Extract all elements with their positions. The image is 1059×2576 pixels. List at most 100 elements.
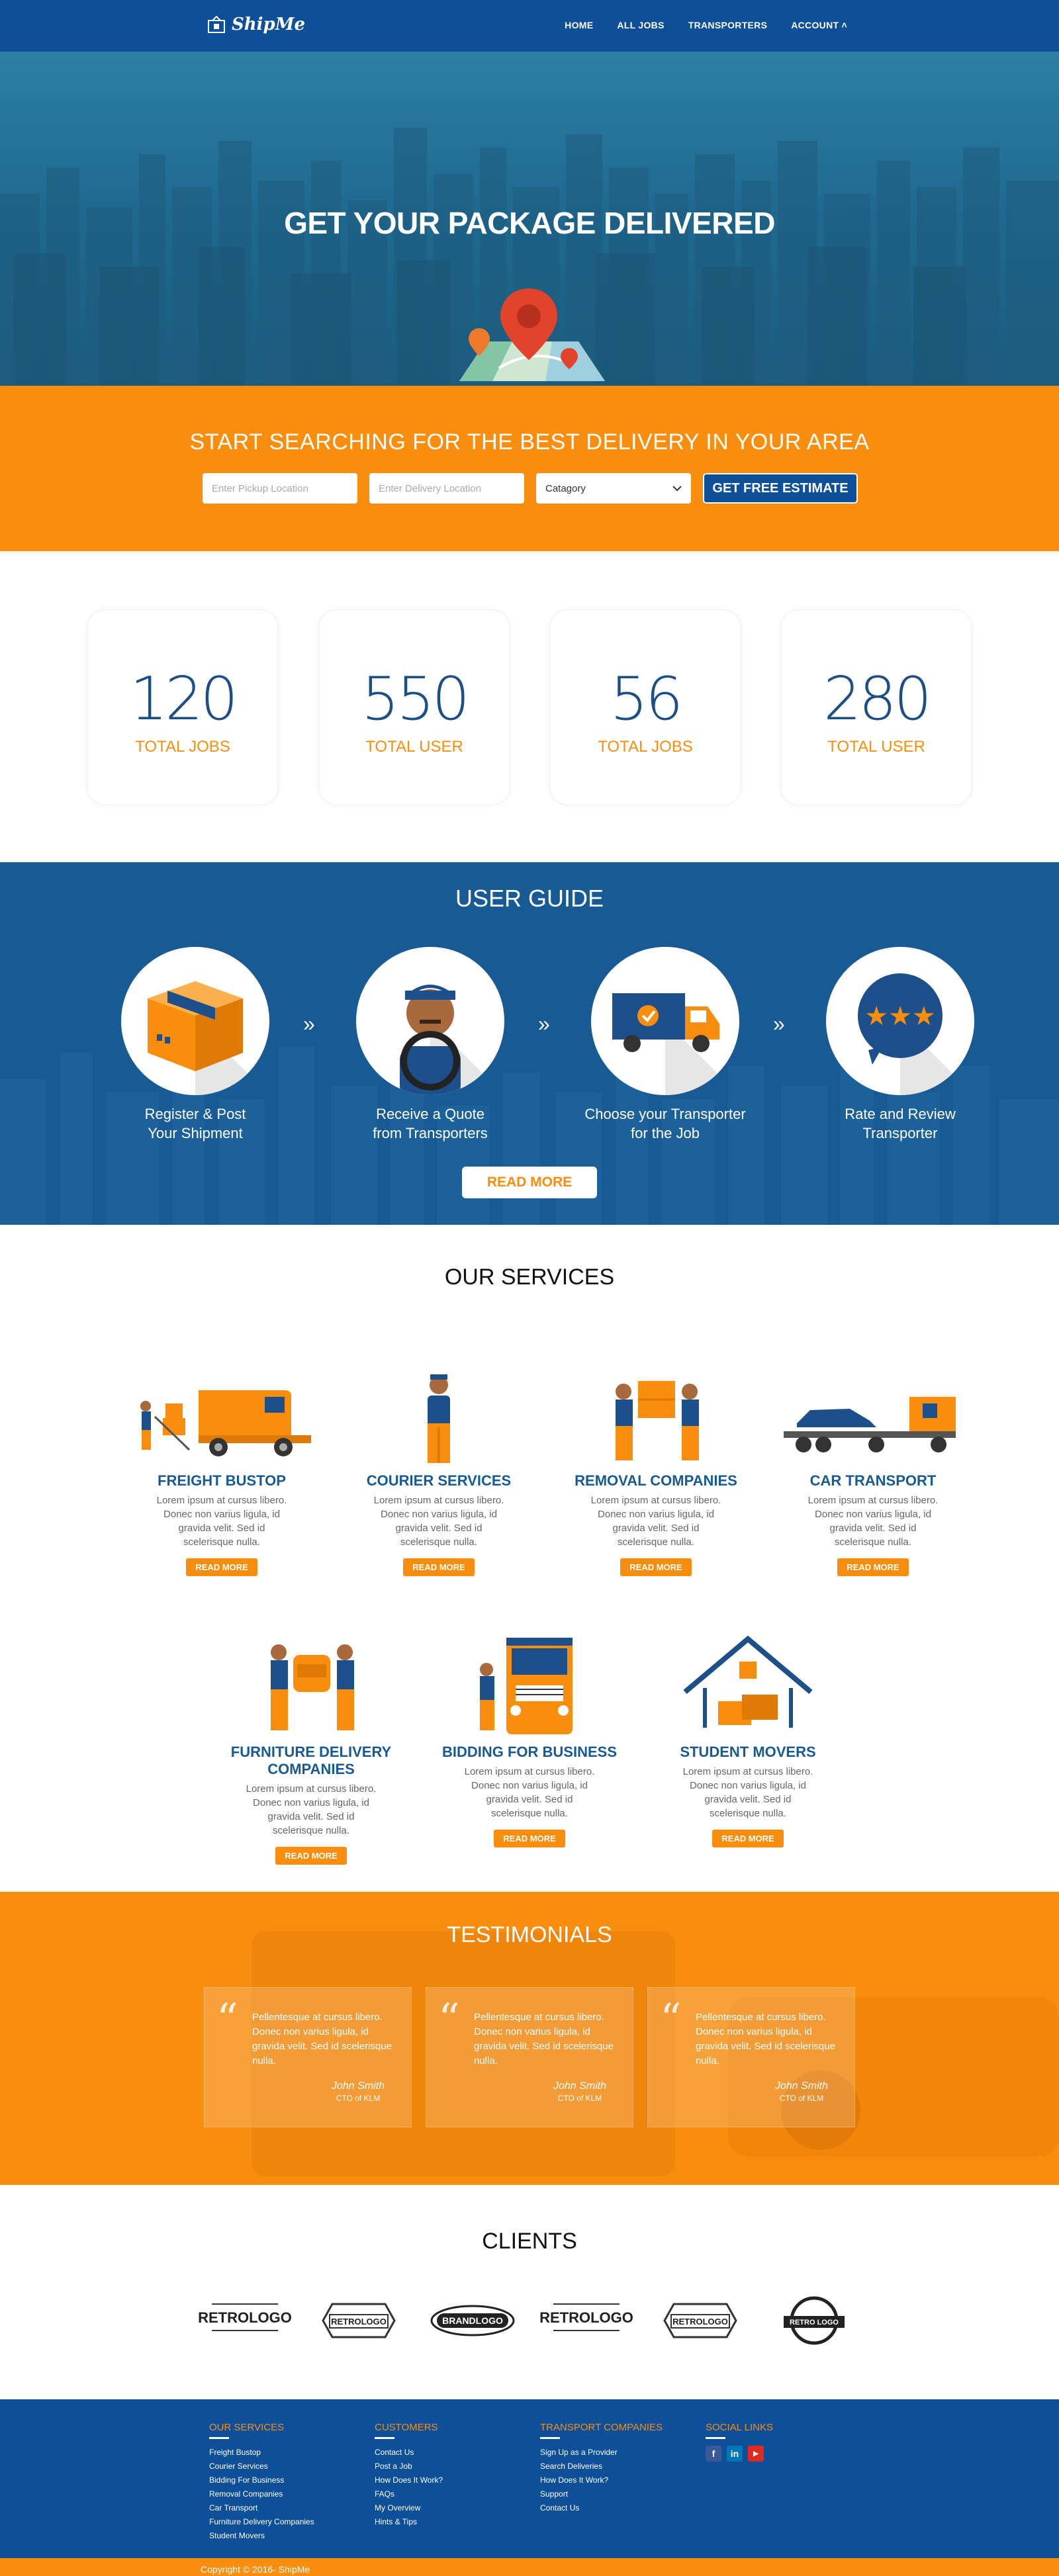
footer-link[interactable]: My Overview [375,2501,443,2515]
copyright-bar: Copyright © 2016- ShipMe [0,2558,1059,2576]
testimonial-author: John Smith [331,2080,385,2092]
guide-step: Receive a Quote from Transporters [334,947,526,1143]
service-name: STUDENT MOVERS [680,1744,816,1760]
footer-link[interactable]: Courier Services [209,2460,314,2473]
search-title: START SEARCHING FOR THE BEST DELIVERY IN… [189,429,870,455]
footer-column-transport: TRANSPORT COMPANIES Sign Up as a Provide… [540,2422,663,2515]
rating-stars-icon: ★★★ [826,947,974,1095]
nav-account[interactable]: ACCOUNT ˄ [791,20,847,30]
stat-card: 120 TOTAL JOBS [87,609,279,805]
footer-link[interactable]: Removal Companies [209,2487,314,2501]
guide-step: Register & Post Your Shipment [99,947,291,1143]
footer-link[interactable]: Sign Up as a Provider [540,2446,663,2460]
delivery-truck-icon [591,947,739,1095]
client-logo[interactable]: RETROLOGO [312,2291,405,2350]
facebook-icon[interactable]: f [706,2446,721,2462]
service-read-more-button[interactable]: READ MORE [712,1830,784,1847]
category-select-value: Catagory [545,482,586,494]
footer-link[interactable]: Post a Job [375,2460,443,2473]
testimonials-section: TESTIMONIALS “ Pellentesque at cursus li… [0,1892,1059,2185]
service-name: REMOVAL COMPANIES [575,1472,737,1489]
stat-label: TOTAL USER [827,738,925,756]
footer-column-services: OUR SERVICES Freight Bustop Courier Serv… [209,2422,314,2543]
service-description: Lorem ipsum at cursus libero. Donec non … [156,1495,287,1548]
stats-section: 120 TOTAL JOBS 550 TOTAL USER 56 TOTAL J… [0,551,1059,862]
footer-link[interactable]: Car Transport [209,2501,314,2515]
footer-link[interactable]: Hints & Tips [375,2515,443,2529]
delivery-location-input[interactable] [369,473,524,504]
service-read-more-button[interactable]: READ MORE [275,1847,347,1865]
footer-link[interactable]: How Does It Work? [540,2473,663,2487]
package-box-icon [121,947,269,1095]
copyright-text: Copyright © 2016- ShipMe [201,2564,310,2575]
service-description: Lorem ipsum at cursus libero. Donec non … [682,1766,813,1819]
services-title: OUR SERVICES [444,1265,615,1290]
footer-link[interactable]: Contact Us [375,2446,443,2460]
footer-link[interactable]: Search Deliveries [540,2460,663,2473]
testimonials-title: TESTIMONIALS [447,1922,612,1947]
user-guide-title: USER GUIDE [455,885,604,912]
freight-truck-icon [126,1357,318,1470]
service-read-more-button[interactable]: READ MORE [837,1558,909,1576]
service-card: COURIER SERVICES Lorem ipsum at cursus l… [343,1357,535,1576]
main-menu: HOME ALL JOBS TRANSPORTERS ACCOUNT ˄ [565,20,847,30]
nav-transporters[interactable]: TRANSPORTERS [688,20,768,30]
stat-card: 280 TOTAL USER [780,609,972,805]
service-read-more-button[interactable]: READ MORE [494,1830,565,1847]
stat-label: TOTAL JOBS [135,738,230,756]
footer-link[interactable]: How Does It Work? [375,2473,443,2487]
clients-title: CLIENTS [482,2229,577,2254]
client-logo[interactable]: RETROLOGO [539,2291,633,2350]
client-logo[interactable]: BRANDLOGO [426,2291,519,2350]
nav-all-jobs[interactable]: ALL JOBS [617,20,664,30]
service-name: BIDDING FOR BUSINESS [441,1744,618,1760]
guide-read-more-button[interactable]: READ MORE [462,1167,597,1198]
stat-label: TOTAL JOBS [598,738,693,756]
footer-link[interactable]: Support [540,2487,663,2501]
service-card: CAR TRANSPORT Lorem ipsum at cursus libe… [777,1357,969,1576]
guide-step-text: Rate and Review [845,1106,956,1122]
search-section: START SEARCHING FOR THE BEST DELIVERY IN… [0,386,1059,551]
footer-link[interactable]: Student Movers [209,2529,314,2543]
footer-column-social: SOCIAL LINKS f in ▶ [706,2422,773,2462]
bidding-truck-icon [434,1628,625,1741]
footer-link[interactable]: Furniture Delivery Companies [209,2515,314,2529]
service-card: REMOVAL COMPANIES Lorem ipsum at cursus … [560,1357,752,1576]
nav-home[interactable]: HOME [565,20,593,30]
youtube-icon[interactable]: ▶ [748,2446,764,2462]
footer-link[interactable]: Freight Bustop [209,2446,314,2460]
footer-divider [706,2437,725,2439]
testimonial-card: “ Pellentesque at cursus libero. Donec n… [204,1987,412,2127]
service-read-more-button[interactable]: READ MORE [403,1558,475,1576]
client-logo[interactable]: RETROLOGO [654,2291,747,2350]
footer-link[interactable]: FAQs [375,2487,443,2501]
service-name: FURNITURE DELIVERY COMPANIES [230,1744,392,1777]
client-logo[interactable]: RETROLOGO [198,2291,292,2350]
category-select[interactable]: Catagory [536,473,691,504]
client-logo[interactable]: RETRO LOGO [768,2291,860,2350]
service-card: STUDENT MOVERS Lorem ipsum at cursus lib… [652,1628,844,1847]
footer-heading: OUR SERVICES [209,2422,285,2433]
stat-number: 280 [823,664,932,734]
guide-step-text: Choose your Transporter [584,1106,746,1122]
service-read-more-button[interactable]: READ MORE [186,1558,257,1576]
service-read-more-button[interactable]: READ MORE [620,1558,692,1576]
client-logo-text: RETROLOGO [672,2317,728,2327]
footer-link[interactable]: Bidding For Business [209,2473,314,2487]
guide-step-text: Register & Post [144,1106,246,1122]
brand-logo[interactable]: ShipMe [207,15,305,34]
testimonial-card: “ Pellentesque at cursus libero. Donec n… [647,1987,855,2127]
quote-icon: “ [660,1995,682,2044]
get-free-estimate-button[interactable]: GET FREE ESTIMATE [703,473,858,504]
pickup-location-input[interactable] [203,473,357,504]
guide-step: ★★★ Rate and Review Transporter [804,947,996,1143]
linkedin-icon[interactable]: in [727,2446,743,2462]
stat-number: 550 [361,664,470,734]
client-logo-text: RETRO LOGO [790,2319,839,2327]
hero-banner: GET YOUR PACKAGE DELIVERED [0,52,1059,386]
footer-link[interactable]: Contact Us [540,2501,663,2515]
service-description: Lorem ipsum at cursus libero. Donec non … [807,1495,939,1548]
stat-card: 550 TOTAL USER [318,609,510,805]
top-navbar: ShipMe HOME ALL JOBS TRANSPORTERS ACCOUN… [0,0,1059,52]
double-arrow-icon: » [303,1012,315,1036]
